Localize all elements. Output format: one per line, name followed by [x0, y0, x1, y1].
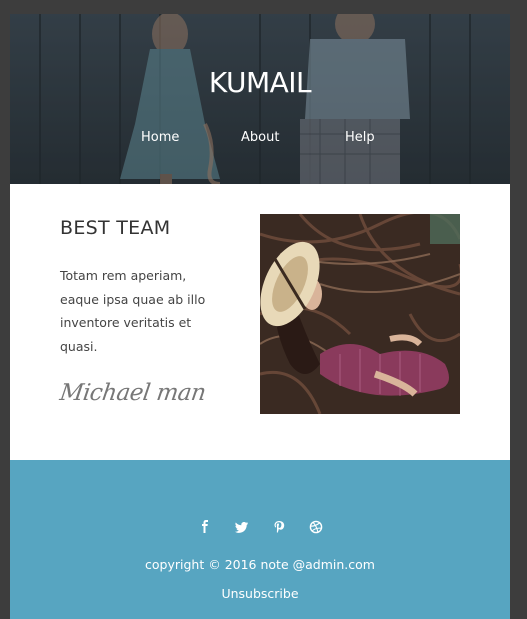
header-banner: KUMAIL Home About Help [10, 14, 510, 184]
header-background-photo [10, 14, 510, 184]
section-heading: BEST TEAM [60, 217, 171, 239]
brand-title: KUMAIL [208, 66, 312, 99]
nav-home[interactable]: Home [141, 130, 179, 145]
twitter-icon[interactable] [234, 519, 250, 535]
section-paragraph: Totam rem aperiam, eaque ipsa quae ab il… [60, 268, 206, 354]
nav-help[interactable]: Help [345, 130, 375, 145]
unsubscribe-link[interactable]: Unsubscribe [221, 586, 298, 601]
footer: copyright © 2016 note @admin.com Unsubsc… [10, 460, 510, 619]
facebook-icon[interactable] [197, 519, 213, 535]
signature: Michael man [58, 380, 208, 406]
nav-about[interactable]: About [241, 130, 279, 145]
copyright-text: copyright © 2016 note @admin.com [145, 557, 375, 572]
email-container: KUMAIL Home About Help BEST TEAM Totam r… [10, 14, 510, 619]
feature-photo [260, 214, 460, 414]
unsubscribe-row: Unsubscribe [10, 586, 510, 601]
pinterest-icon[interactable] [271, 519, 287, 535]
dribbble-icon[interactable] [308, 519, 324, 535]
